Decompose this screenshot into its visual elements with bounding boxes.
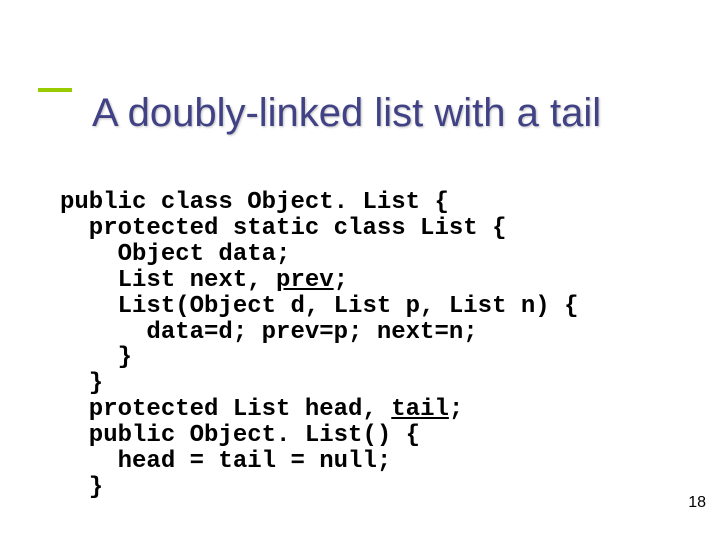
code-line-12: } (60, 474, 103, 501)
page-number: 18 (688, 494, 706, 512)
code-line-9-tail: tail (391, 396, 449, 423)
code-line-10: public Object. List() { (60, 422, 420, 449)
accent-line (38, 88, 72, 92)
code-line-11: head = tail = null; (60, 448, 391, 475)
code-line-1: public class Object. List { (60, 189, 449, 216)
code-line-9a: protected List head, (60, 396, 391, 423)
slide: A doubly-linked list with a tail public … (0, 0, 720, 540)
code-line-4c: ; (334, 267, 348, 294)
code-line-9c: ; (449, 396, 463, 423)
code-line-7: } (60, 344, 132, 371)
code-line-5: List(Object d, List p, List n) { (60, 293, 578, 320)
code-line-4a: List next, (60, 267, 276, 294)
code-line-4-prev: prev (276, 267, 334, 294)
code-block: public class Object. List { protected st… (60, 190, 578, 501)
code-line-2: protected static class List { (60, 215, 506, 242)
code-line-6: data=d; prev=p; next=n; (60, 319, 478, 346)
code-line-8: } (60, 370, 103, 397)
slide-title: A doubly-linked list with a tail (92, 92, 601, 134)
code-line-3: Object data; (60, 241, 290, 268)
